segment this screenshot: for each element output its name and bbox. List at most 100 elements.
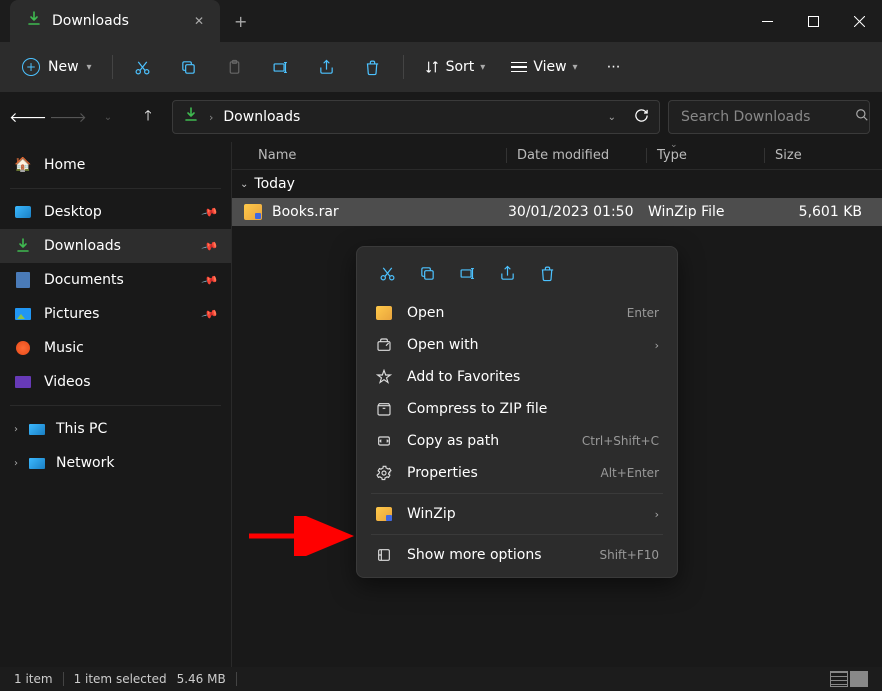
download-icon	[14, 237, 32, 255]
copy-button[interactable]	[169, 49, 209, 85]
search-box[interactable]	[668, 100, 870, 134]
zip-icon	[375, 401, 393, 417]
ctx-properties[interactable]: Properties Alt+Enter	[363, 457, 671, 489]
sort-button[interactable]: Sort ▾	[414, 53, 496, 81]
new-label: New	[48, 59, 79, 75]
sidebar-label: This PC	[56, 421, 107, 437]
sidebar-item-network[interactable]: › Network	[0, 446, 231, 480]
sidebar-item-downloads[interactable]: Downloads 📌	[0, 229, 231, 263]
thumbnails-view-button[interactable]	[850, 671, 868, 687]
recent-button[interactable]: ⌄	[92, 101, 124, 133]
sidebar-item-music[interactable]: Music	[0, 331, 231, 365]
sidebar-label: Videos	[44, 374, 91, 390]
cut-button[interactable]	[369, 257, 405, 289]
tab-downloads[interactable]: Downloads ✕	[10, 0, 220, 42]
more-options-icon	[375, 547, 393, 563]
ctx-open-with[interactable]: Open with ›	[363, 329, 671, 361]
close-tab-icon[interactable]: ✕	[194, 14, 204, 28]
sidebar-item-videos[interactable]: Videos	[0, 365, 231, 399]
refresh-button[interactable]	[634, 108, 649, 127]
status-selected: 1 item selected	[74, 672, 167, 686]
chevron-right-icon: ›	[14, 424, 18, 435]
chevron-down-icon: ▾	[87, 62, 92, 73]
minimize-button[interactable]	[744, 0, 790, 42]
copy-path-icon	[375, 433, 393, 449]
sidebar-label: Network	[56, 455, 114, 471]
column-size[interactable]: Size	[764, 148, 882, 163]
chevron-down-icon: ▾	[480, 62, 485, 73]
sidebar-label: Pictures	[44, 306, 99, 322]
ctx-copy-path[interactable]: Copy as path Ctrl+Shift+C	[363, 425, 671, 457]
chevron-right-icon: ›	[655, 339, 659, 352]
sidebar-item-pictures[interactable]: Pictures 📌	[0, 297, 231, 331]
star-icon	[375, 369, 393, 385]
search-input[interactable]	[681, 109, 855, 125]
copy-button[interactable]	[409, 257, 445, 289]
status-size: 5.46 MB	[177, 672, 226, 686]
ctx-add-favorites[interactable]: Add to Favorites	[363, 361, 671, 393]
sidebar-label: Music	[44, 340, 84, 356]
delete-button[interactable]	[353, 49, 393, 85]
new-button[interactable]: + New ▾	[12, 52, 102, 82]
column-type[interactable]: Type	[646, 148, 764, 163]
group-header-today[interactable]: ⌄ Today	[232, 170, 882, 198]
share-button[interactable]	[489, 257, 525, 289]
column-name[interactable]: Name	[258, 148, 506, 163]
rename-button[interactable]	[261, 49, 301, 85]
separator	[10, 188, 221, 189]
list-icon	[511, 62, 527, 73]
documents-icon	[14, 271, 32, 289]
location-text: Downloads	[223, 109, 597, 125]
window-controls	[744, 0, 882, 42]
sidebar-item-desktop[interactable]: Desktop 📌	[0, 195, 231, 229]
new-tab-button[interactable]: +	[234, 12, 247, 31]
ctx-compress-zip[interactable]: Compress to ZIP file	[363, 393, 671, 425]
back-button[interactable]: 🡐	[12, 101, 44, 133]
status-item-count: 1 item	[14, 672, 53, 686]
sidebar-label: Home	[44, 157, 85, 173]
navbar: 🡐 🡒 ⌄ 🡑 › Downloads ⌄	[0, 92, 882, 142]
chevron-right-icon: ›	[14, 458, 18, 469]
forward-button[interactable]: 🡒	[52, 101, 84, 133]
ctx-winzip[interactable]: WinZip ›	[363, 498, 671, 530]
chevron-down-icon[interactable]: ⌄	[608, 112, 616, 123]
delete-button[interactable]	[529, 257, 565, 289]
file-row[interactable]: Books.rar 30/01/2023 01:50 WinZip File 5…	[232, 198, 882, 226]
share-button[interactable]	[307, 49, 347, 85]
view-button[interactable]: View ▾	[501, 53, 587, 81]
properties-icon	[375, 465, 393, 481]
archive-icon	[375, 306, 393, 320]
cut-button[interactable]	[123, 49, 163, 85]
chevron-right-icon: ›	[209, 111, 213, 124]
videos-icon	[14, 373, 32, 391]
column-date[interactable]: Date modified	[506, 148, 646, 163]
pin-icon: 📌	[201, 305, 219, 323]
group-label: Today	[254, 176, 295, 192]
status-bar: 1 item 1 item selected 5.46 MB	[0, 667, 882, 691]
pin-icon: 📌	[201, 237, 219, 255]
sidebar-item-documents[interactable]: Documents 📌	[0, 263, 231, 297]
chevron-right-icon: ›	[655, 508, 659, 521]
sort-indicator-icon: ⌄	[670, 140, 678, 150]
sidebar-item-this-pc[interactable]: › This PC	[0, 412, 231, 446]
download-icon	[183, 107, 199, 127]
more-button[interactable]: ⋯	[594, 49, 634, 85]
open-with-icon	[375, 337, 393, 353]
sidebar-item-home[interactable]: 🏠 Home	[0, 148, 231, 182]
close-window-button[interactable]	[836, 0, 882, 42]
ctx-open[interactable]: Open Enter	[363, 297, 671, 329]
toolbar: + New ▾ Sort ▾ View ▾ ⋯	[0, 42, 882, 92]
address-bar[interactable]: › Downloads ⌄	[172, 100, 660, 134]
desktop-icon	[14, 203, 32, 221]
column-headers: ⌄ Name Date modified Type Size	[232, 142, 882, 170]
maximize-button[interactable]	[790, 0, 836, 42]
rename-button[interactable]	[449, 257, 485, 289]
up-button[interactable]: 🡑	[132, 101, 164, 133]
ctx-show-more[interactable]: Show more options Shift+F10	[363, 539, 671, 571]
details-view-button[interactable]	[830, 671, 848, 687]
separator	[10, 405, 221, 406]
plus-icon: +	[22, 58, 40, 76]
paste-button[interactable]	[215, 49, 255, 85]
chevron-down-icon: ⌄	[240, 179, 248, 190]
home-icon: 🏠	[14, 156, 32, 174]
